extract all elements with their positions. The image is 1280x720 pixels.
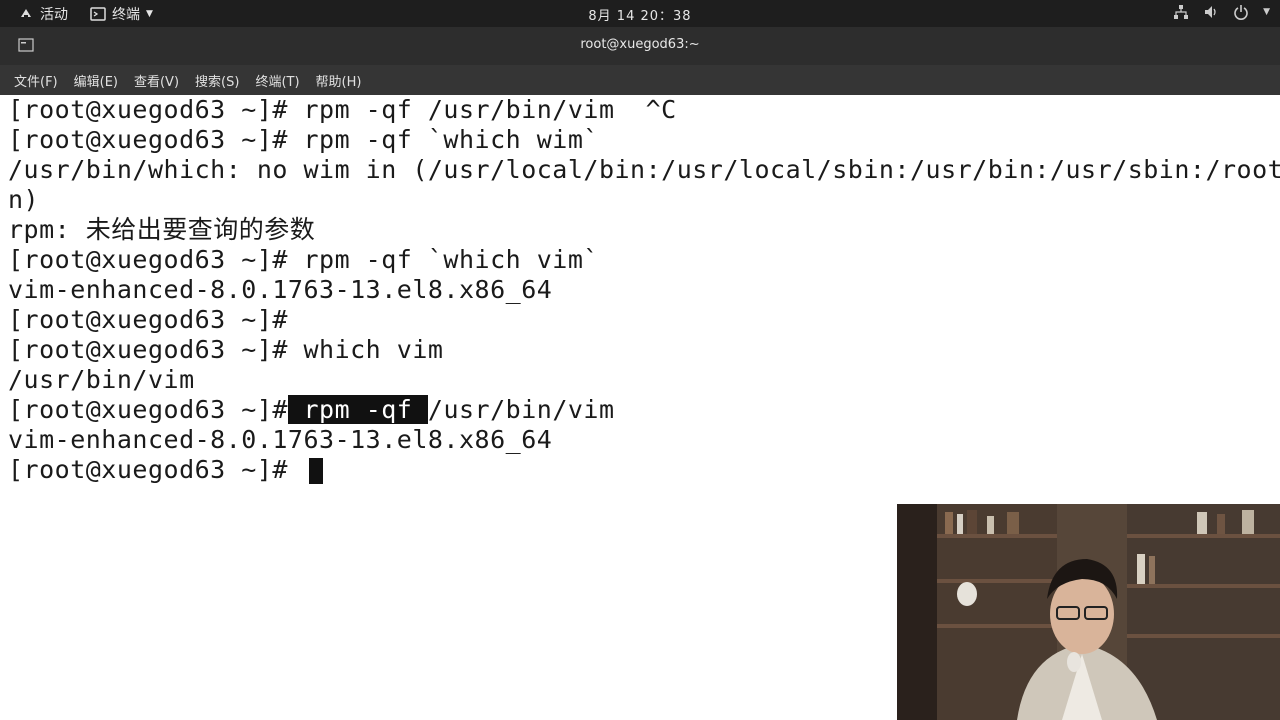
system-tray[interactable]: ▼ xyxy=(1173,4,1270,20)
terminal-line: [root@xuegod63 ~]# rpm -qf `which vim` xyxy=(8,245,599,274)
terminal-prompt-line[interactable]: [root@xuegod63 ~]# xyxy=(8,455,324,485)
terminal-line: rpm: 未给出要查询的参数 xyxy=(8,215,316,244)
terminal-line: [root@xuegod63 ~]# rpm -qf `which wim` xyxy=(8,125,599,154)
menubar: 文件(F) 编辑(E) 查看(V) 搜索(S) 终端(T) 帮助(H) xyxy=(0,65,1280,95)
terminal-line: [root@xuegod63 ~]# which vim xyxy=(8,335,444,364)
power-icon[interactable] xyxy=(1233,4,1249,20)
menu-terminal[interactable]: 终端(T) xyxy=(247,71,307,90)
terminal-line: n) xyxy=(8,185,40,214)
terminal-line: [root@xuegod63 ~]# rpm -qf /usr/bin/vim … xyxy=(8,95,677,124)
terminal-line-selection: [root@xuegod63 ~]# rpm -qf /usr/bin/vim xyxy=(8,395,615,425)
presenter-video xyxy=(897,504,1280,720)
terminal-line: /usr/bin/which: no wim in (/usr/local/bi… xyxy=(8,155,1280,184)
menu-search[interactable]: 搜索(S) xyxy=(187,71,247,90)
prompt-text: [root@xuegod63 ~]# xyxy=(8,395,288,424)
prompt-text: [root@xuegod63 ~]# xyxy=(8,455,304,484)
menu-file[interactable]: 文件(F) xyxy=(6,71,66,90)
command-args: /usr/bin/vim xyxy=(427,395,615,424)
terminal-line: vim-enhanced-8.0.1763-13.el8.x86_64 xyxy=(8,425,553,454)
text-cursor xyxy=(309,458,324,484)
chevron-down-icon[interactable]: ▼ xyxy=(1263,7,1270,17)
terminal-line: [root@xuegod63 ~]# xyxy=(8,305,288,334)
webcam-overlay xyxy=(897,504,1280,720)
system-topbar: 活动 终端 ▼ 8月 14 20：38 ▼ xyxy=(0,0,1280,27)
network-icon[interactable] xyxy=(1173,4,1189,20)
menu-help[interactable]: 帮助(H) xyxy=(308,71,370,90)
terminal-line: /usr/bin/vim xyxy=(8,365,195,394)
menu-view[interactable]: 查看(V) xyxy=(126,71,187,90)
volume-icon[interactable] xyxy=(1203,4,1219,20)
terminal-line: vim-enhanced-8.0.1763-13.el8.x86_64 xyxy=(8,275,553,304)
window-title: root@xuegod63:~ xyxy=(580,37,700,52)
window-titlebar[interactable]: root@xuegod63:~ xyxy=(0,27,1280,65)
clock[interactable]: 8月 14 20：38 xyxy=(0,5,1280,24)
menu-edit[interactable]: 编辑(E) xyxy=(66,71,126,90)
selected-text[interactable]: rpm -qf xyxy=(287,395,428,424)
